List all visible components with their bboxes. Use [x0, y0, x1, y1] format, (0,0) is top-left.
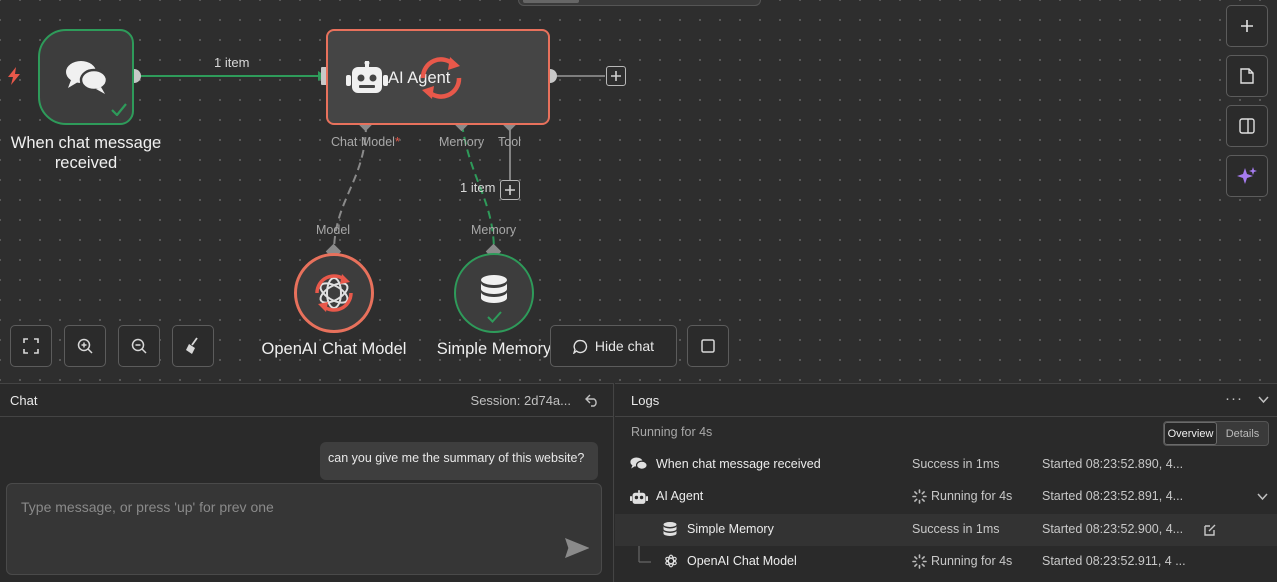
success-check-icon: [487, 311, 502, 323]
hide-chat-label: Hide chat: [594, 338, 655, 354]
session-id[interactable]: Session: 2d74a...: [471, 393, 571, 408]
broom-icon: [186, 337, 198, 354]
robot-icon: [630, 490, 648, 504]
log-row-status: Success in 1ms: [912, 522, 1000, 536]
memory-edge-item-count: 1 item: [460, 180, 496, 195]
node-ai-agent[interactable]: AI Agent: [326, 29, 550, 125]
send-icon[interactable]: [565, 538, 589, 558]
success-check-icon: [111, 103, 127, 116]
workflow-canvas[interactable]: When chat message received 1 item AI Age…: [0, 0, 1277, 383]
chat-bubble-icon: [572, 339, 588, 354]
port-label-memory: Memory: [439, 135, 485, 149]
log-row-status: Running for 4s: [931, 489, 1013, 503]
fit-view-button[interactable]: [10, 325, 52, 367]
log-row-name: AI Agent: [656, 489, 704, 503]
robot-icon: [346, 61, 388, 93]
log-row-status: Success in 1ms: [912, 457, 1000, 471]
reset-session-icon[interactable]: [585, 394, 599, 407]
sticky-note-icon: [1240, 68, 1254, 84]
square-icon: [701, 339, 715, 353]
log-row-started: Started 08:23:52.890, 4...: [1042, 457, 1184, 471]
plus-icon: [505, 185, 515, 195]
chat-title: Chat: [10, 392, 38, 408]
edit-icon[interactable]: [1203, 523, 1217, 537]
port-label-memory-in: Memory: [471, 223, 517, 237]
add-tool-button[interactable]: [500, 180, 520, 200]
log-row-ai-agent[interactable]: AI Agent Running for 4s Started 08:23:52…: [615, 481, 1277, 513]
add-sticky-button[interactable]: [1226, 55, 1268, 97]
running-duration: Running for 4s: [631, 425, 713, 439]
sidebar-panel-icon: [1239, 118, 1255, 134]
tidy-up-button[interactable]: [172, 325, 214, 367]
loading-spinner-icon: [912, 554, 927, 569]
overview-tab[interactable]: Overview: [1164, 422, 1217, 445]
details-tab[interactable]: Details: [1217, 422, 1268, 445]
log-row-started: Started 08:23:52.911, 4 ...: [1042, 554, 1186, 568]
log-row-trigger[interactable]: When chat message received Success in 1m…: [615, 449, 1277, 481]
memory-node-title: Simple Memory: [436, 340, 552, 358]
add-node-button[interactable]: [1226, 5, 1268, 47]
loading-spinner-icon: [912, 489, 927, 504]
edge-item-count: 1 item: [214, 55, 250, 70]
running-spinner-icon: [420, 57, 462, 99]
node-chat-trigger[interactable]: [38, 29, 134, 125]
plus-icon: [1241, 20, 1253, 32]
log-row-name: When chat message received: [656, 457, 821, 471]
chat-input-placeholder: Type message, or press 'up' for prev one: [21, 499, 274, 515]
log-row-simple-memory[interactable]: Simple Memory Success in 1ms Started 08:…: [615, 514, 1277, 546]
node-openai-chat-model[interactable]: [294, 253, 374, 333]
log-row-name: OpenAI Chat Model: [687, 554, 797, 568]
agent-add-next-button[interactable]: [606, 66, 626, 86]
log-row-status: Running for 4s: [931, 554, 1013, 568]
toggle-panel-button[interactable]: [1226, 105, 1268, 147]
zoom-out-icon: [131, 338, 147, 354]
log-row-name: Simple Memory: [687, 522, 774, 536]
port-label-chat-model: Chat Model*: [331, 135, 400, 149]
more-options-icon[interactable]: ···: [1225, 390, 1243, 407]
openai-node-title: OpenAI Chat Model: [261, 340, 407, 358]
chat-message-user: can you give me the summary of this webs…: [320, 442, 598, 480]
chat-input[interactable]: Type message, or press 'up' for prev one: [6, 483, 602, 575]
node-simple-memory[interactable]: [454, 253, 534, 333]
zoom-out-button[interactable]: [118, 325, 160, 367]
chat-bubbles-icon: [630, 457, 648, 470]
port-label-tool: Tool: [498, 135, 521, 149]
logs-view-toggle[interactable]: Overview Details: [1163, 421, 1269, 446]
trigger-node-title: When chat message received: [10, 134, 162, 172]
sparkles-icon: [1237, 167, 1257, 184]
chevron-down-icon[interactable]: [1258, 396, 1269, 404]
trigger-bolt-icon: [8, 67, 20, 85]
log-row-started: Started 08:23:52.891, 4...: [1042, 489, 1184, 503]
database-icon: [481, 275, 507, 303]
zoom-in-icon: [77, 338, 93, 354]
log-row-openai-chat-model[interactable]: OpenAI Chat Model Running for 4s Started…: [615, 546, 1277, 578]
logs-title: Logs: [631, 392, 660, 408]
fit-view-icon: [23, 338, 39, 354]
chevron-down-icon[interactable]: [1257, 493, 1268, 501]
logs-header: Logs ···: [615, 384, 1277, 417]
openai-icon: [315, 274, 353, 312]
chat-bubbles-icon: [66, 61, 109, 94]
zoom-in-button[interactable]: [64, 325, 106, 367]
stop-button[interactable]: [687, 325, 729, 367]
openai-icon: [665, 554, 677, 568]
port-label-model: Model: [316, 223, 351, 237]
chat-header: Chat Session: 2d74a...: [0, 384, 613, 417]
log-row-started: Started 08:23:52.900, 4...: [1042, 522, 1184, 536]
database-icon: [663, 522, 677, 536]
plus-icon: [611, 71, 621, 81]
ai-assistant-button[interactable]: [1226, 155, 1268, 197]
hide-chat-button[interactable]: Hide chat: [550, 325, 677, 367]
